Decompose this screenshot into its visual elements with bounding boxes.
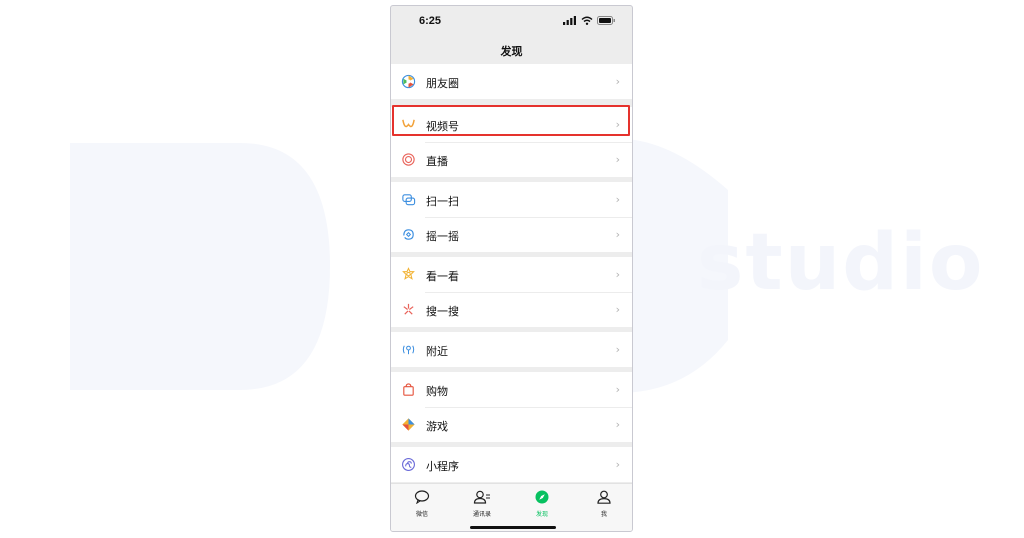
moments-icon — [401, 74, 416, 89]
tab-chats[interactable]: 微信 — [402, 489, 442, 518]
chat-bubble-icon — [414, 490, 430, 505]
menu-item-label: 朋友圈 — [426, 77, 459, 90]
chevron-right-icon: › — [615, 418, 620, 431]
menu-item-label: 搜一搜 — [426, 305, 459, 318]
search-icon — [403, 303, 414, 315]
menu-item-moments[interactable]: 朋友圈 › — [391, 64, 632, 99]
menu-group-1: 朋友圈 › — [391, 64, 632, 99]
signal-icon — [563, 16, 576, 25]
menu-group-4: 看一看 › 搜一搜 › — [391, 257, 632, 327]
tab-label: 通讯录 — [472, 511, 491, 518]
live-icon — [402, 153, 415, 166]
menu-item-label: 游戏 — [426, 420, 448, 433]
tab-bar: 微信 通讯录 发现 我 — [391, 483, 632, 531]
menu-item-label: 扫一扫 — [426, 195, 459, 208]
home-indicator — [470, 526, 556, 529]
tab-label: 我 — [600, 511, 607, 518]
highlight-box — [392, 105, 630, 136]
chevron-right-icon: › — [615, 75, 620, 88]
chevron-right-icon: › — [615, 193, 620, 206]
menu-group-6: 购物 › 游戏 › — [391, 372, 632, 442]
mini-programs-icon — [402, 458, 415, 471]
status-icons — [563, 16, 616, 25]
menu-item-label: 附近 — [426, 345, 448, 358]
scan-icon — [402, 194, 416, 206]
chevron-right-icon: › — [615, 228, 620, 241]
contacts-icon — [473, 490, 490, 504]
chevron-right-icon: › — [615, 343, 620, 356]
chevron-right-icon: › — [615, 303, 620, 316]
status-bar: 6:25 — [391, 6, 632, 38]
page-title: 发现 — [500, 45, 523, 58]
menu-group-7: 小程序 › — [391, 447, 632, 482]
watermark-text: studio — [697, 218, 985, 308]
menu-item-nearby[interactable]: 附近 › — [391, 332, 632, 367]
tab-me[interactable]: 我 — [584, 489, 624, 518]
chevron-right-icon: › — [615, 268, 620, 281]
menu-item-shake[interactable]: 摇一摇 › — [391, 217, 632, 252]
tab-discover[interactable]: 发现 — [522, 489, 562, 518]
wifi-icon — [581, 16, 593, 25]
menu-item-label: 购物 — [426, 385, 448, 398]
battery-icon — [597, 16, 615, 25]
nearby-icon — [402, 345, 415, 355]
menu-item-label: 直播 — [426, 155, 448, 168]
shopping-bag-icon — [403, 383, 414, 396]
phone-screen: 6:25 发现 朋友圈 › 视频号 › 直播 › 扫一扫 › 摇一摇 › 看一看… — [390, 5, 633, 532]
shake-icon — [403, 229, 414, 240]
tab-label: 发现 — [535, 511, 548, 518]
menu-item-label: 看一看 — [426, 270, 459, 283]
menu-item-mini-programs[interactable]: 小程序 › — [391, 447, 632, 482]
menu-item-games[interactable]: 游戏 › — [391, 407, 632, 442]
menu-group-3: 扫一扫 › 摇一摇 › — [391, 182, 632, 252]
menu-item-scan[interactable]: 扫一扫 › — [391, 182, 632, 217]
chevron-right-icon: › — [615, 458, 620, 471]
tab-contacts[interactable]: 通讯录 — [462, 489, 502, 518]
menu-item-top-stories[interactable]: 看一看 › — [391, 257, 632, 292]
tab-label: 微信 — [415, 511, 428, 518]
chevron-right-icon: › — [615, 383, 620, 396]
chevron-right-icon: › — [615, 153, 620, 166]
status-time: 6:25 — [419, 15, 442, 27]
menu-item-search[interactable]: 搜一搜 › — [391, 292, 632, 327]
menu-item-live[interactable]: 直播 › — [391, 142, 632, 177]
menu-group-5: 附近 › — [391, 332, 632, 367]
games-icon — [402, 418, 415, 431]
menu-item-label: 摇一摇 — [426, 230, 459, 243]
discover-compass-icon — [535, 490, 549, 504]
menu-item-shopping[interactable]: 购物 › — [391, 372, 632, 407]
me-icon — [597, 490, 611, 504]
top-stories-icon — [402, 267, 415, 280]
menu-item-label: 小程序 — [426, 460, 459, 473]
